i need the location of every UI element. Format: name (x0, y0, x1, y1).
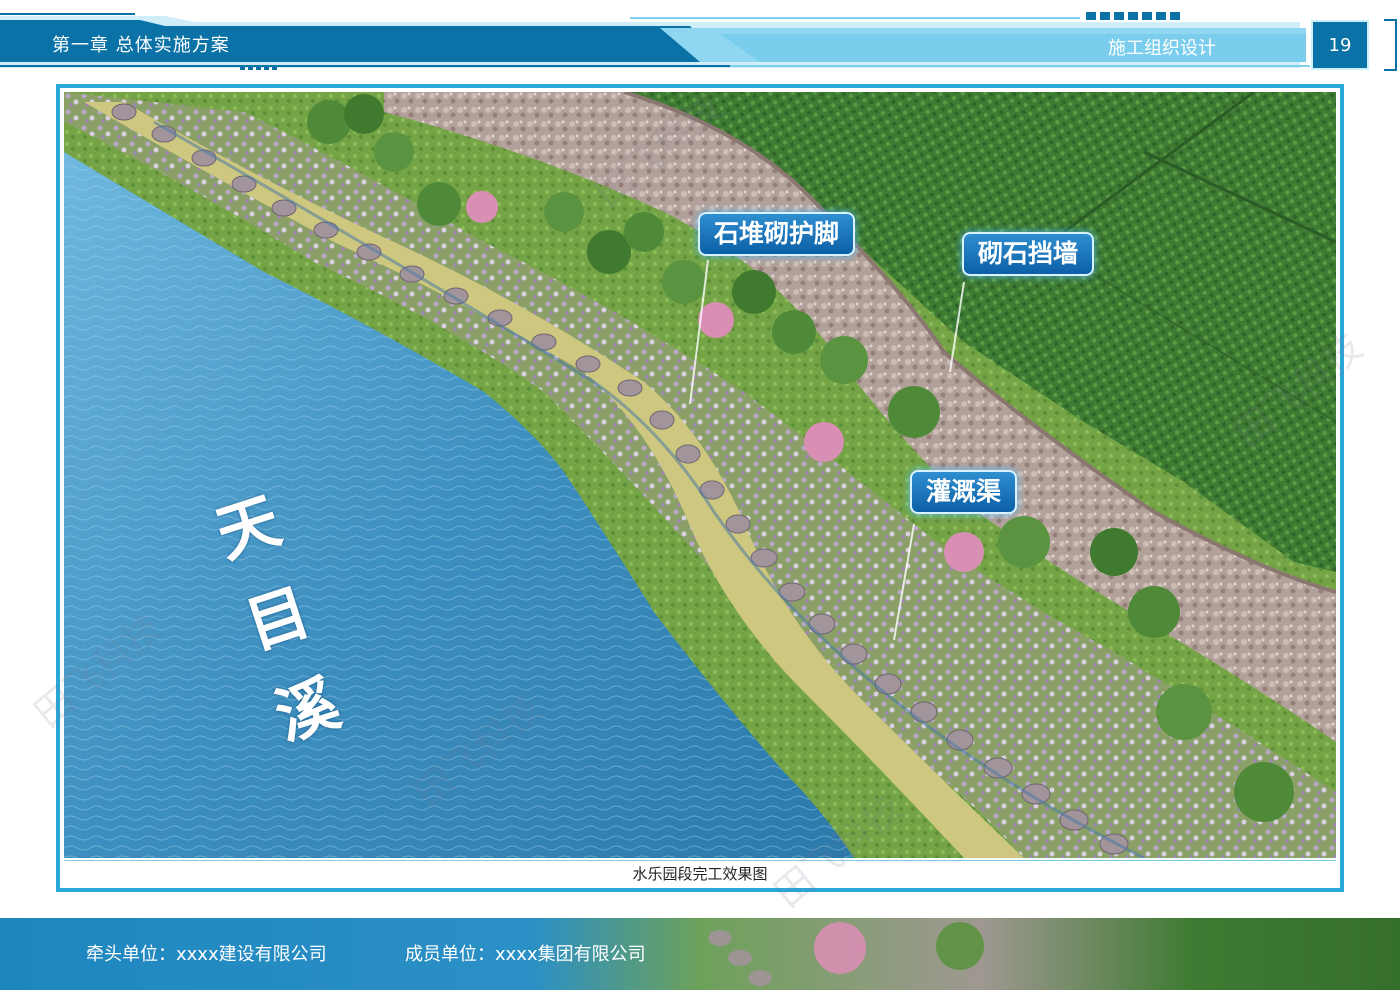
figure-frame: 石堆砌护脚 砌石挡墙 灌溉渠 天目溪 水乐园段完工效果图 (56, 84, 1344, 892)
callout-stone-foot: 石堆砌护脚 (698, 212, 856, 256)
section-title: 施工组织设计 (1108, 38, 1216, 59)
figure-caption: 水乐园段完工效果图 (64, 860, 1336, 887)
page-header: 第一章 总体实施方案 施工组织设计 19 (0, 0, 1400, 90)
river-name-label: 天目溪 (184, 472, 424, 754)
callout-irrigation-canal: 灌溉渠 (910, 470, 1018, 514)
callout-masonry-wall: 砌石挡墙 (962, 232, 1095, 276)
page-footer: 牵头单位：xxxx建设有限公司 成员单位：xxxx集团有限公司 (0, 918, 1400, 990)
river-name-text: 天目溪 (207, 483, 349, 755)
lead-unit: 牵头单位：xxxx建设有限公司 (86, 944, 327, 965)
member-unit: 成员单位：xxxx集团有限公司 (405, 944, 646, 965)
chapter-title: 第一章 总体实施方案 (52, 35, 230, 56)
completion-rendering: 石堆砌护脚 砌石挡墙 灌溉渠 天目溪 (64, 92, 1336, 858)
page-number: 19 (1311, 20, 1369, 70)
